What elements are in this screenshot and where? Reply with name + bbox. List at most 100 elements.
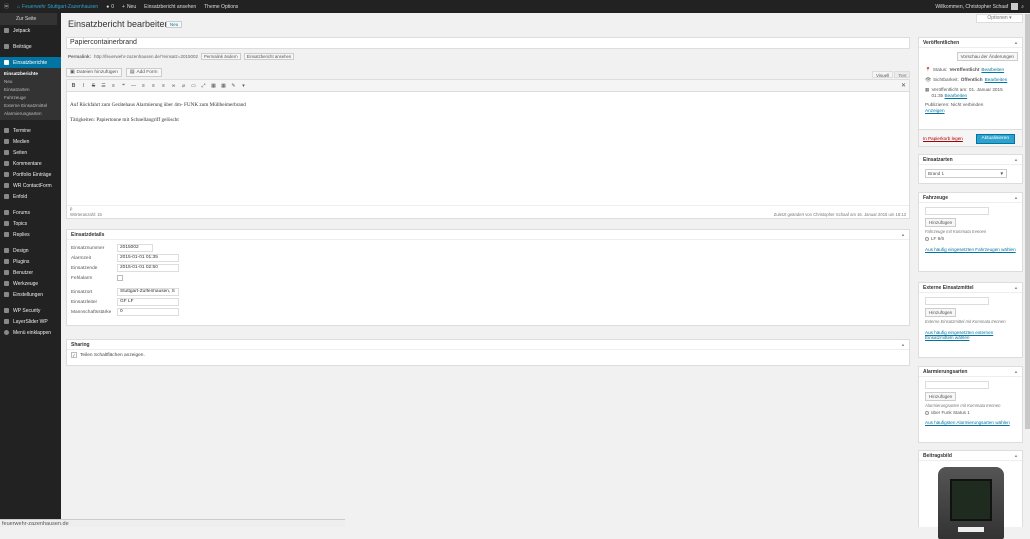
sidebar-item-einstellungen[interactable]: Einstellungen	[0, 289, 61, 300]
submenu-item-alarmierungsarten[interactable]: Alarmierungsarten	[0, 110, 61, 118]
numbered-list-icon[interactable]: ≡	[109, 81, 118, 90]
post-title-input[interactable]: Papiercontainerbrand	[66, 37, 910, 49]
update-button[interactable]: Aktualisieren	[975, 134, 1015, 144]
sidebar-item-werkzeuge[interactable]: Werkzeuge	[0, 278, 61, 289]
more-tag-icon[interactable]: ▭	[189, 81, 198, 90]
mannschaftsstaerke-input[interactable]: 0	[117, 308, 179, 316]
align-right-icon[interactable]: ≡	[159, 81, 168, 90]
einsatznummer-input[interactable]: 2015002	[117, 244, 153, 252]
wp-logo-icon[interactable]: ⓦ	[0, 0, 13, 13]
toolbar-toggle-icon[interactable]: ▦	[209, 81, 218, 90]
edit-visibility-link[interactable]: Bearbeiten	[985, 77, 1008, 83]
collapse-toggle-icon[interactable]: ▲	[901, 342, 905, 347]
sidebar-item-wr-contactform[interactable]: WR ContactForm	[0, 180, 61, 191]
fahrzeuge-choose-link[interactable]: Aus häufig eingesetzten Fahrzeugen wähle…	[925, 247, 1016, 252]
wand-dropdown-icon[interactable]: ▾	[239, 81, 248, 90]
fullscreen-icon[interactable]: ⤢	[199, 81, 208, 90]
fehlalarm-checkbox[interactable]	[117, 275, 123, 281]
remove-icon[interactable]	[925, 236, 929, 241]
sidebar-item-replies[interactable]: Replies	[0, 229, 61, 240]
einsatzende-input[interactable]: 2015-01-01 02:50	[117, 264, 179, 272]
einsatzort-input[interactable]: Stuttgart-Zuffenhausen, S	[117, 288, 179, 296]
remove-icon[interactable]	[925, 410, 929, 415]
collapse-toggle-icon[interactable]: ▲	[1014, 453, 1018, 458]
close-icon[interactable]: ✕	[901, 82, 906, 89]
alarmzeit-input[interactable]: 2015-01-01 01:35	[117, 254, 179, 262]
fahrzeuge-input[interactable]	[925, 207, 989, 215]
bold-icon[interactable]: B	[69, 81, 78, 90]
sidebar-item-beitraege[interactable]: Beiträge	[0, 41, 61, 52]
shortcode-icon[interactable]: ✎	[229, 81, 238, 90]
trash-link[interactable]: In Papierkorb legen	[923, 136, 963, 141]
sharing-header[interactable]: Sharing ▲	[67, 340, 909, 350]
italic-icon[interactable]: I	[79, 81, 88, 90]
sharing-checkbox[interactable]: ✓	[71, 352, 77, 358]
sidebar-item-forums[interactable]: Forums	[0, 207, 61, 218]
einsatzarten-header[interactable]: Einsatzarten ▲	[919, 155, 1022, 165]
externe-add-button[interactable]: Hinzufügen	[925, 308, 957, 317]
screen-options-button[interactable]: Optionen ▾	[976, 14, 1023, 23]
einsatzart-select[interactable]: Brand 1 ▼	[925, 169, 1007, 178]
alarmierung-option[interactable]: über Funk Status 1	[925, 410, 1016, 415]
sidebar-item-design[interactable]: Design	[0, 245, 61, 256]
alarmierung-choose-link[interactable]: Aus häufigsten Alarmierungsarten wählen	[925, 420, 1016, 425]
collapse-toggle-icon[interactable]: ▲	[1014, 157, 1018, 162]
edit-date-link[interactable]: Bearbeiten	[944, 93, 967, 98]
collapse-toggle-icon[interactable]: ▲	[901, 232, 905, 237]
fahrzeuge-add-button[interactable]: Hinzufügen	[925, 218, 957, 227]
einsatzleiter-input[interactable]: GF LF	[117, 298, 179, 306]
edit-status-link[interactable]: Bearbeiten	[981, 67, 1004, 73]
featured-image[interactable]	[937, 467, 1004, 539]
collapse-toggle-icon[interactable]: ▲	[1014, 40, 1018, 45]
sidebar-item-medien[interactable]: Medien	[0, 136, 61, 147]
submenu-item-neu[interactable]: Neu	[0, 78, 61, 86]
sidebar-item-jetpack[interactable]: Jetpack	[0, 25, 61, 36]
sidebar-item-kommentare[interactable]: Kommentare	[0, 158, 61, 169]
sidebar-item-layerslider[interactable]: LayerSlider WP	[0, 316, 61, 327]
externe-choose-link[interactable]: Aus häufig eingesetzten externen Einsatz…	[925, 330, 1016, 340]
new-content-link[interactable]: + Neu	[118, 0, 140, 13]
collapse-toggle-icon[interactable]: ▲	[1014, 369, 1018, 374]
site-dropdown-visit[interactable]: Zur Seite	[0, 13, 57, 25]
submenu-item-einsatzarten[interactable]: Einsatzarten	[0, 86, 61, 94]
sidebar-item-plugins[interactable]: Plugins	[0, 256, 61, 267]
sidebar-item-benutzer[interactable]: Benutzer	[0, 267, 61, 278]
blockquote-icon[interactable]: ❝	[119, 81, 128, 90]
align-center-icon[interactable]: ≡	[149, 81, 158, 90]
comments-link[interactable]: ● 0	[102, 0, 118, 13]
sidebar-item-portfolio[interactable]: Portfolio Einträge	[0, 169, 61, 180]
beitragsbild-header[interactable]: Beitragsbild ▲	[919, 451, 1022, 461]
collapse-toggle-icon[interactable]: ▲	[1014, 285, 1018, 290]
einsatzdetails-header[interactable]: Einsatzdetails ▲	[67, 230, 909, 240]
link-icon[interactable]: ∞	[169, 81, 178, 90]
add-media-button[interactable]: ▣ Dateien hinzufügen	[66, 68, 122, 77]
view-post-button[interactable]: Einsatzbericht ansehen	[243, 53, 295, 60]
scrollbar-thumb[interactable]	[1025, 14, 1030, 429]
site-name-link[interactable]: ⌂ Feuerwehr Stuttgart-Zazenhausen	[13, 0, 102, 13]
bullet-list-icon[interactable]: ☰	[99, 81, 108, 90]
tab-visual[interactable]: Visuell	[872, 71, 894, 78]
alarmierung-input[interactable]	[925, 381, 989, 389]
search-icon[interactable]: ⌕	[1021, 4, 1024, 10]
preview-changes-button[interactable]: Vorschau der Änderungen	[956, 52, 1018, 61]
fahrzeuge-header[interactable]: Fahrzeuge ▲	[919, 193, 1022, 203]
publish-header[interactable]: Veröffentlichen ▲	[919, 38, 1022, 48]
unlink-icon[interactable]: ⌀	[179, 81, 188, 90]
horizontal-rule-icon[interactable]: —	[129, 81, 138, 90]
sidebar-item-seiten[interactable]: Seiten	[0, 147, 61, 158]
add-new-button[interactable]: Neu	[166, 21, 183, 28]
view-post-link[interactable]: Einsatzbericht ansehen	[140, 0, 200, 13]
editor-content[interactable]: Auf Rückfahrt zum Gerätehaus Alarmierung…	[67, 92, 909, 142]
tab-text[interactable]: Text	[894, 71, 911, 78]
alarmierung-header[interactable]: Alarmierungsarten ▲	[919, 367, 1022, 377]
externe-header[interactable]: Externe Einsatzmittel ▲	[919, 283, 1022, 293]
table-icon[interactable]: ▦	[219, 81, 228, 90]
theme-options-link[interactable]: Theme Options	[200, 0, 242, 13]
align-left-icon[interactable]: ≡	[139, 81, 148, 90]
avatar[interactable]	[1011, 3, 1019, 10]
sidebar-item-einsatzberichte[interactable]: Einsatzberichte	[0, 57, 61, 68]
permalink-change-button[interactable]: Permalink ändern	[200, 53, 241, 60]
submenu-item-fahrzeuge[interactable]: Fahrzeuge	[0, 94, 61, 102]
sidebar-item-enfold[interactable]: Enfold	[0, 191, 61, 202]
welcome-text[interactable]: Willkommen, Christopher Schaaf	[935, 4, 1008, 10]
